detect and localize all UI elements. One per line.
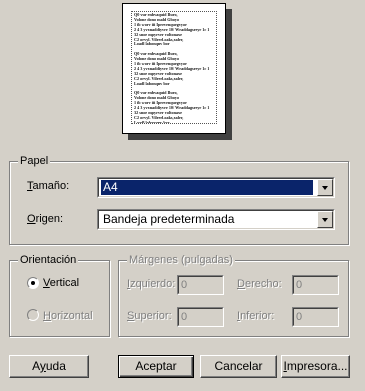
horizontal-label[interactable]: Horizontal — [43, 310, 93, 323]
size-value: A4 — [101, 180, 313, 195]
right-margin-label: Derecho: — [237, 278, 282, 290]
margins-group-label: Márgenes (pulgadas) — [127, 254, 235, 266]
left-margin-label: Izquierdo: — [127, 278, 176, 290]
printer-button[interactable]: Impresora... — [281, 355, 350, 378]
source-dropdown-button[interactable] — [317, 211, 333, 228]
orientation-group — [9, 260, 110, 337]
preview-line: Loadl labonqnv bor — [134, 119, 170, 124]
paper-group — [9, 161, 349, 245]
right-margin-field[interactable]: 0 — [292, 275, 339, 295]
source-label: Origen: — [27, 213, 64, 225]
size-label: Tamaño: — [27, 180, 70, 192]
source-value: Bandeja predeterminada — [103, 212, 235, 226]
bottom-margin-field[interactable]: 0 — [292, 307, 339, 327]
horizontal-radio[interactable] — [27, 309, 39, 321]
cancel-button[interactable]: Cancelar — [200, 355, 277, 378]
vertical-label[interactable]: Vertical — [43, 277, 79, 290]
vertical-radio[interactable] — [27, 277, 39, 289]
bottom-margin-label: Inferior: — [237, 310, 275, 322]
left-margin-field[interactable]: 0 — [177, 275, 224, 295]
preview-text-area: Q0 vur enbvaquid Iluro, Volone dono mald … — [131, 11, 217, 124]
top-margin-field[interactable]: 0 — [177, 307, 224, 327]
top-margin-label: Superior: — [127, 310, 172, 322]
help-button[interactable]: Ayuda — [9, 355, 89, 378]
size-combobox[interactable]: A4 — [97, 177, 335, 198]
paper-group-label: Papel — [18, 155, 51, 167]
size-dropdown-button[interactable] — [317, 179, 333, 196]
source-combobox[interactable]: Bandeja predeterminada — [97, 209, 335, 230]
radio-selected-dot — [31, 281, 35, 285]
ok-button[interactable]: Aceptar — [118, 355, 194, 378]
orientation-group-label: Orientación — [18, 254, 79, 266]
